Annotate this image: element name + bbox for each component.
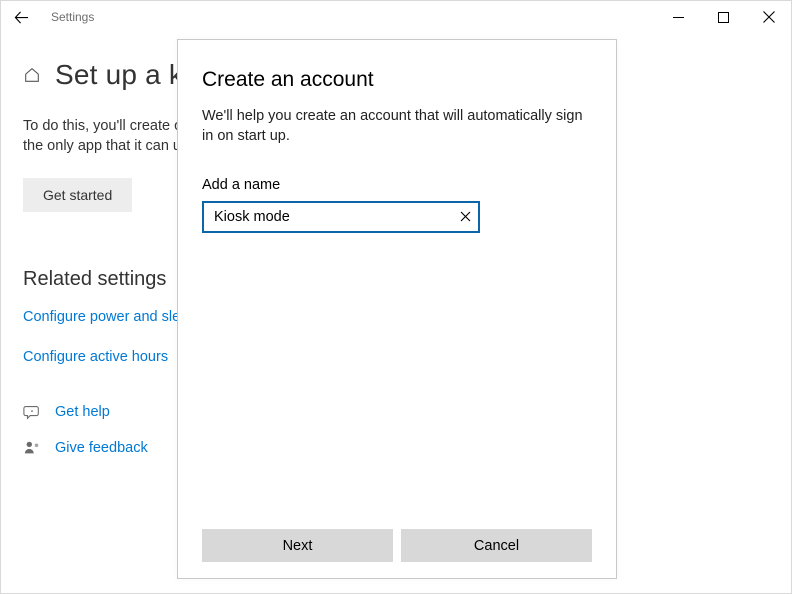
next-button[interactable]: Next: [202, 529, 393, 562]
dialog-description: We'll help you create an account that wi…: [202, 106, 592, 147]
x-icon: [460, 211, 471, 222]
dialog-footer: Next Cancel: [202, 529, 592, 562]
create-account-dialog: Create an account We'll help you create …: [177, 39, 617, 579]
name-input[interactable]: [202, 201, 480, 233]
minimize-icon: [673, 12, 684, 23]
window-controls: [656, 1, 791, 33]
clear-input-button[interactable]: [456, 208, 474, 226]
settings-window: Settings Set: [0, 0, 792, 594]
cancel-button[interactable]: Cancel: [401, 529, 592, 562]
back-button[interactable]: [5, 1, 37, 33]
link-configure-power[interactable]: Configure power and sle: [23, 309, 180, 325]
get-started-button[interactable]: Get started: [23, 178, 132, 212]
minimize-button[interactable]: [656, 1, 701, 33]
arrow-left-icon: [14, 10, 29, 25]
close-icon: [763, 11, 775, 23]
name-input-wrap: [202, 201, 480, 233]
maximize-button[interactable]: [701, 1, 746, 33]
close-button[interactable]: [746, 1, 791, 33]
name-field-label: Add a name: [202, 177, 592, 193]
window-title: Settings: [51, 10, 94, 24]
page-title: Set up a k: [55, 59, 183, 91]
link-give-feedback[interactable]: Give feedback: [55, 440, 148, 456]
maximize-icon: [718, 12, 729, 23]
dialog-title: Create an account: [202, 68, 592, 92]
link-configure-hours[interactable]: Configure active hours: [23, 349, 168, 365]
home-icon: [23, 66, 41, 84]
titlebar: Settings: [1, 1, 791, 33]
feedback-icon: [23, 439, 41, 457]
chat-help-icon: [23, 403, 41, 421]
link-get-help[interactable]: Get help: [55, 404, 110, 420]
titlebar-left: Settings: [5, 1, 94, 33]
